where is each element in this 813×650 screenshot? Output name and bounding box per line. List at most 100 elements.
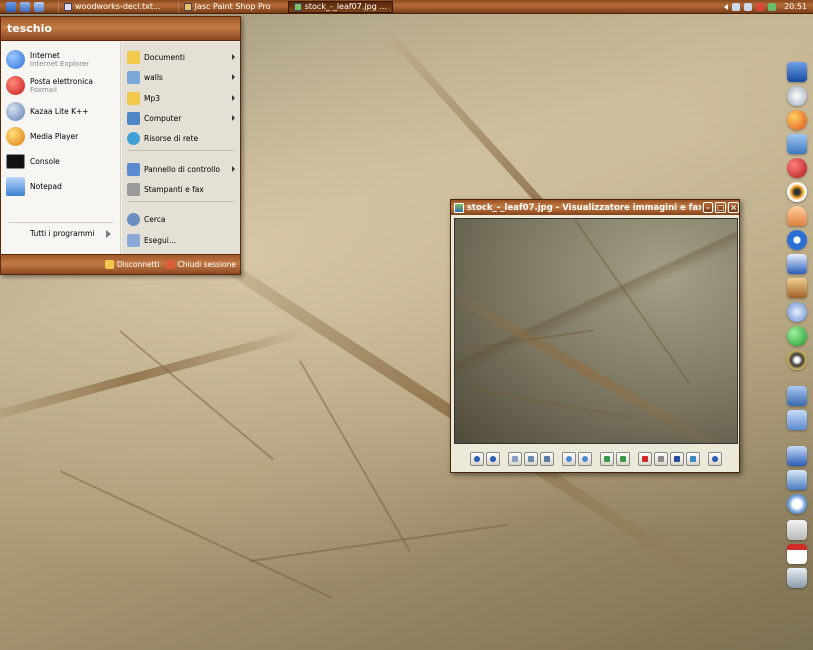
actual-size-icon xyxy=(528,456,534,462)
control-panel-icon xyxy=(127,162,140,176)
security-tray-icon[interactable] xyxy=(756,2,765,11)
pinned-item-email[interactable]: Posta elettronica Foxmail xyxy=(6,74,118,96)
dock-plus-icon[interactable] xyxy=(787,230,807,250)
previous-image-button[interactable] xyxy=(470,452,484,466)
quick-launch-browser-icon[interactable] xyxy=(34,1,44,12)
dock-trash-icon[interactable] xyxy=(787,568,807,588)
pinned-item-notepad[interactable]: Notepad xyxy=(6,175,118,197)
tray-collapse-icon[interactable] xyxy=(724,3,729,10)
dock-folder-icon[interactable] xyxy=(787,386,807,406)
network-icon xyxy=(127,131,140,145)
pinned-item-subtitle: Foxmail xyxy=(30,85,57,94)
task-button-paint-shop-pro[interactable]: Jasc Paint Shop Pro xyxy=(177,0,276,13)
rotate-counterclockwise-button[interactable] xyxy=(616,452,630,466)
places-item-documents[interactable]: Documenti xyxy=(127,48,239,66)
places-item-search[interactable]: Cerca xyxy=(127,210,239,228)
dock-network-icon[interactable] xyxy=(787,134,807,154)
places-item-walls[interactable]: walls xyxy=(127,68,239,86)
maximize-button[interactable]: □ xyxy=(715,202,727,213)
places-separator xyxy=(128,201,234,202)
dock-search-icon[interactable] xyxy=(787,494,807,514)
dock-film-icon[interactable] xyxy=(787,350,807,370)
pinned-item-kazaa[interactable]: Kazaa Lite K++ xyxy=(6,100,118,122)
best-fit-icon xyxy=(512,456,518,462)
messenger-tray-icon[interactable] xyxy=(768,2,777,11)
pinned-item-media-player[interactable]: Media Player xyxy=(6,125,118,147)
logoff-button[interactable]: Disconnetti xyxy=(104,260,160,269)
computer-icon xyxy=(127,111,140,125)
dock-itunes-icon[interactable] xyxy=(787,302,807,322)
slideshow-button[interactable] xyxy=(540,452,554,466)
show-desktop-icon[interactable] xyxy=(6,1,16,12)
places-item-mp3[interactable]: Mp3 xyxy=(127,89,239,107)
dock-app-icon[interactable] xyxy=(787,62,807,82)
dock-music-icon[interactable] xyxy=(787,158,807,178)
quick-launch-icon[interactable] xyxy=(20,1,30,12)
logoff-label: Disconnetti xyxy=(116,260,160,269)
zoom-in-icon xyxy=(566,456,572,462)
rotate-clockwise-button[interactable] xyxy=(600,452,614,466)
save-icon xyxy=(674,456,680,462)
search-icon xyxy=(127,212,140,226)
places-item-printers[interactable]: Stampanti e fax xyxy=(127,180,239,198)
pinned-item-title: Internet xyxy=(30,50,60,60)
foxmail-icon xyxy=(6,75,25,95)
network-tray-icon[interactable] xyxy=(732,2,741,11)
places-item-run[interactable]: Esegui... xyxy=(127,231,239,249)
clock[interactable]: 20.51 xyxy=(784,2,807,11)
pinned-item-internet[interactable]: Internet Internet Explorer xyxy=(6,48,118,70)
dock-calendar-icon[interactable] xyxy=(787,544,807,564)
best-fit-button[interactable] xyxy=(508,452,522,466)
power-icon xyxy=(165,260,175,269)
pinned-item-title: Notepad xyxy=(30,181,62,191)
task-button-label: stock_-_leaf07.jpg ... xyxy=(304,1,387,11)
places-item-network[interactable]: Risorse di rete xyxy=(127,129,239,147)
previous-icon xyxy=(474,456,480,462)
zoom-out-button[interactable] xyxy=(578,452,592,466)
places-item-control-panel[interactable]: Pannello di controllo xyxy=(127,160,239,178)
delete-button[interactable] xyxy=(638,452,652,466)
minimize-button[interactable]: – xyxy=(702,202,714,213)
console-icon xyxy=(6,153,25,169)
edit-button[interactable] xyxy=(686,452,700,466)
places-item-label: walls xyxy=(144,72,163,82)
viewer-toolbar xyxy=(454,448,738,470)
dock-folder-icon[interactable] xyxy=(787,410,807,430)
dock-eye-icon[interactable] xyxy=(787,182,807,202)
user-name: teschio xyxy=(7,22,52,35)
all-programs-button[interactable]: Tutti i programmi xyxy=(30,229,112,238)
dock-play-icon[interactable] xyxy=(787,326,807,346)
chevron-right-icon xyxy=(232,115,235,121)
pinned-item-console[interactable]: Console xyxy=(6,150,118,172)
zoom-in-button[interactable] xyxy=(562,452,576,466)
dock-person-icon[interactable] xyxy=(787,206,807,226)
task-button-woodworks[interactable]: woodworks-decl.txt... xyxy=(58,0,166,13)
shutdown-button[interactable]: Chiudi sessione xyxy=(165,260,236,269)
shutdown-label: Chiudi sessione xyxy=(177,260,236,269)
task-button-image-viewer[interactable]: stock_-_leaf07.jpg ... xyxy=(287,0,393,13)
music-folder-icon xyxy=(127,91,140,105)
save-button[interactable] xyxy=(670,452,684,466)
dock-monitor-icon[interactable] xyxy=(787,446,807,466)
start-menu: teschio Internet Internet Explorer Posta … xyxy=(0,16,241,275)
dock-word-icon[interactable] xyxy=(787,254,807,274)
print-button[interactable] xyxy=(654,452,668,466)
next-image-button[interactable] xyxy=(486,452,500,466)
next-icon xyxy=(490,456,496,462)
edit-icon xyxy=(690,456,696,462)
dock-firefox-icon[interactable] xyxy=(787,110,807,130)
close-button[interactable]: × xyxy=(728,202,739,213)
dock-disc-icon[interactable] xyxy=(787,86,807,106)
paint-shop-pro-icon xyxy=(183,2,192,11)
help-button[interactable] xyxy=(708,452,722,466)
volume-tray-icon[interactable] xyxy=(744,2,753,11)
window-titlebar[interactable]: stock_-_leaf07.jpg - Visualizzatore imma… xyxy=(451,200,739,215)
dock-book-icon[interactable] xyxy=(787,278,807,298)
pinned-separator xyxy=(9,222,113,223)
dock-calculator-icon[interactable] xyxy=(787,520,807,540)
dock-picture-icon[interactable] xyxy=(787,470,807,490)
pinned-item-title: Posta elettronica xyxy=(30,76,93,86)
chevron-right-icon xyxy=(232,74,235,80)
places-item-computer[interactable]: Computer xyxy=(127,109,239,127)
actual-size-button[interactable] xyxy=(524,452,538,466)
